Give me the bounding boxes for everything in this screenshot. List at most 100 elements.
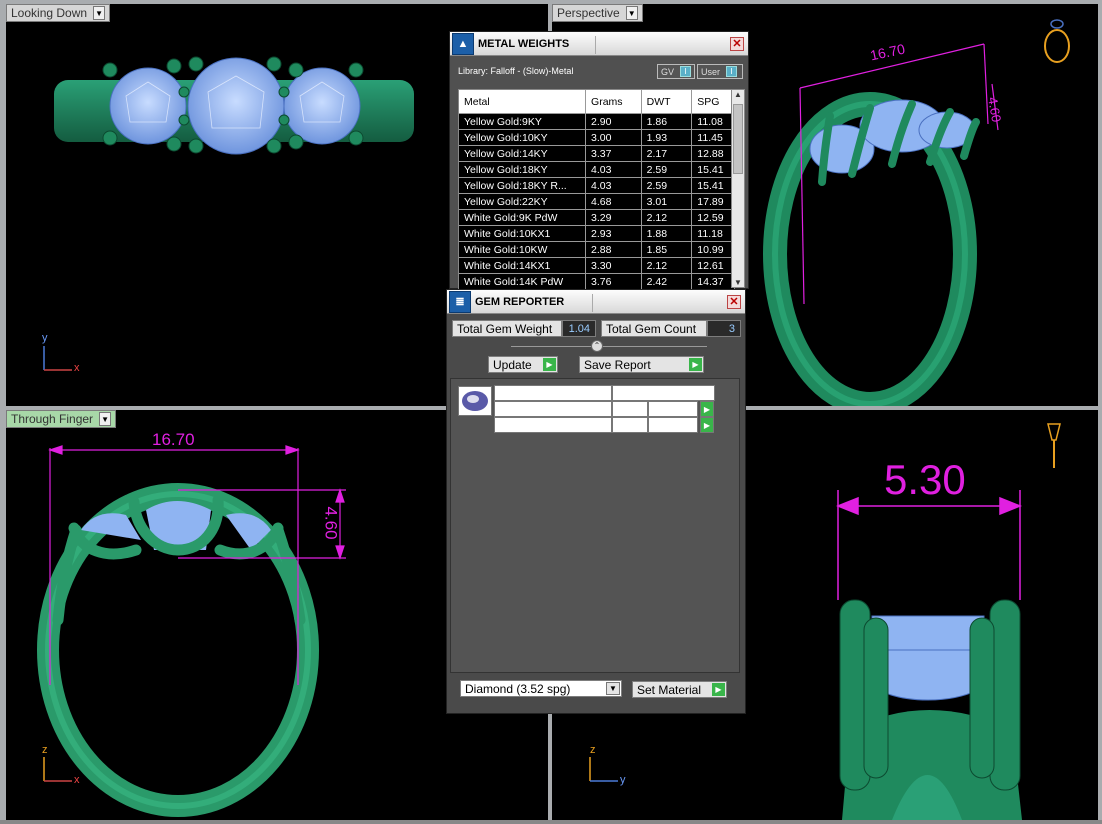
table-cell: 3.37: [586, 146, 642, 161]
user-toggle[interactable]: User I: [697, 64, 743, 79]
table-cell: Yellow Gold:22KY: [459, 194, 587, 209]
button-label: Set Material: [637, 682, 702, 697]
table-cell: Yellow Gold:18KY R...: [459, 178, 587, 193]
column-header[interactable]: Metal: [459, 90, 587, 113]
table-cell: 4.03: [586, 162, 642, 177]
gem-reporter-titlebar[interactable]: ≣ GEM REPORTER ✕: [447, 290, 745, 314]
chevron-down-icon[interactable]: ▼: [99, 412, 112, 426]
play-icon: ▶: [543, 358, 556, 371]
table-cell: 3.76: [586, 274, 642, 289]
chevron-down-icon[interactable]: ▼: [93, 6, 106, 20]
table-cell: 1.93: [642, 130, 693, 145]
viewport-label[interactable]: Through Finger ▼: [6, 410, 117, 428]
column-header[interactable]: SPG: [692, 90, 734, 113]
play-icon[interactable]: ▶: [700, 417, 714, 433]
metal-table-scrollbar[interactable]: ▲ ▼: [731, 89, 745, 288]
table-cell: Yellow Gold:9KY: [459, 114, 587, 129]
table-cell: 3.29: [586, 210, 642, 225]
dimension-width-label: 16.70: [152, 430, 195, 449]
table-cell: 2.42: [642, 274, 693, 289]
table-cell: 2.90: [586, 114, 642, 129]
scroll-thumb[interactable]: [733, 104, 743, 174]
table-row[interactable]: White Gold:14K PdW 3.76 2.42 14.37: [459, 274, 734, 290]
metal-flask-icon: ▲: [452, 32, 474, 55]
metal-weights-titlebar[interactable]: ▲ METAL WEIGHTS ✕: [450, 32, 748, 56]
table-row[interactable]: White Gold:14KX1 3.30 2.12 12.61: [459, 258, 734, 274]
table-row[interactable]: White Gold:9K PdW 3.29 2.12 12.59: [459, 210, 734, 226]
round-diamond-icon: [462, 391, 488, 411]
total-gem-count-value: 3: [707, 320, 741, 337]
close-icon[interactable]: ✕: [730, 37, 744, 51]
table-cell: 12.88: [697, 147, 724, 160]
column-header[interactable]: DWT: [642, 90, 693, 113]
table-cell: 2.17: [642, 146, 693, 161]
toggle-switch-icon: I: [680, 66, 692, 77]
metal-table: Metal Grams DWT SPG Yellow Gold:9KY 2.90 1…: [458, 89, 735, 291]
play-icon[interactable]: ▶: [700, 401, 714, 417]
table-row[interactable]: Yellow Gold:10KY 3.00 1.93 11.45: [459, 130, 734, 146]
play-icon: ▶: [712, 683, 725, 696]
round-gem-thumbnail: [458, 386, 492, 416]
gem-size-cell: 5.20 X 5.20: [494, 417, 612, 433]
table-row[interactable]: White Gold:10KW 2.88 1.85 10.99: [459, 242, 734, 258]
viewport-name: Perspective: [557, 6, 620, 20]
table-row[interactable]: Yellow Gold:9KY 2.90 1.86 11.08: [459, 114, 734, 130]
scroll-down-icon[interactable]: ▼: [732, 278, 744, 287]
table-cell: 3.01: [642, 194, 693, 209]
update-button[interactable]: Update ▶: [488, 356, 558, 373]
gem-reporter-panel[interactable]: ≣ GEM REPORTER ✕ Total Gem Weight 1.04 T…: [446, 289, 746, 714]
table-row[interactable]: Yellow Gold:22KY 4.68 3.01 17.89: [459, 194, 734, 210]
close-icon[interactable]: ✕: [727, 295, 741, 309]
table-row[interactable]: Yellow Gold:14KY 3.37 2.17 12.88: [459, 146, 734, 162]
column-header[interactable]: Grams: [586, 90, 642, 113]
table-cell: Yellow Gold:18KY: [459, 162, 587, 177]
table-cell: Yellow Gold:14KY: [459, 146, 587, 161]
dimension-height-label: 4.60: [321, 506, 341, 540]
table-cell: White Gold:14KX1: [459, 258, 587, 273]
table-header-row: Metal Grams DWT SPG: [459, 90, 734, 114]
gem-report-icon: ≣: [449, 290, 471, 313]
view-cube-icon[interactable]: [1042, 418, 1066, 474]
save-report-button[interactable]: Save Report ▶: [579, 356, 704, 373]
viewport-label[interactable]: Perspective ▼: [552, 4, 643, 22]
axis-y-label: y: [42, 332, 48, 344]
table-cell: 12.61: [697, 259, 724, 272]
viewport-label[interactable]: Looking Down ▼: [6, 4, 111, 22]
toggle-label: GV: [661, 66, 675, 77]
total-gem-weight-value: 1.04: [562, 320, 596, 337]
toggle-switch-icon: I: [726, 66, 738, 77]
table-cell: 11.18: [697, 227, 723, 240]
axis-z-label: z: [590, 744, 596, 756]
set-material-button[interactable]: Set Material ▶: [632, 681, 727, 698]
chevron-down-icon[interactable]: ▼: [606, 682, 620, 695]
scroll-up-icon[interactable]: ▲: [732, 90, 744, 99]
chevron-down-icon[interactable]: ▼: [625, 6, 638, 20]
library-label: Library: Falloff - (Slow)-Metal: [458, 66, 574, 76]
metal-weights-panel[interactable]: ▲ METAL WEIGHTS ✕ Library: Falloff - (Sl…: [449, 31, 749, 291]
table-cell: 10.99: [697, 243, 724, 256]
material-select[interactable]: Diamond (3.52 spg) ▼: [460, 680, 622, 697]
total-gem-count-label: Total Gem Count: [601, 320, 707, 337]
total-gem-weight-label: Total Gem Weight: [452, 320, 562, 337]
table-cell: 2.59: [642, 162, 693, 177]
viewport-name: Through Finger: [11, 412, 94, 426]
table-cell: White Gold:10KX1: [459, 226, 587, 241]
table-row[interactable]: Yellow Gold:18KY R... 4.03 2.59 15.41: [459, 178, 734, 194]
table-cell: 2.12: [642, 210, 693, 225]
panel-title: METAL WEIGHTS: [478, 37, 570, 50]
view-cube-icon[interactable]: [1040, 14, 1074, 66]
gem-weight-cell: 0.51tw: [648, 401, 698, 417]
table-cell: 3.00: [586, 130, 642, 145]
table-cell: White Gold:9K PdW: [459, 210, 587, 225]
gem-size-cell: 4.10 X 4.10: [494, 401, 612, 417]
gv-toggle[interactable]: GV I: [657, 64, 696, 79]
table-cell: 4.68: [586, 194, 642, 209]
table-row[interactable]: White Gold:10KX1 2.93 1.88 11.18: [459, 226, 734, 242]
table-cell: White Gold:14K PdW: [459, 274, 587, 289]
table-cell: 17.89: [697, 195, 724, 208]
axis-y-label: y: [620, 774, 626, 786]
table-cell: 4.03: [586, 178, 642, 193]
table-row[interactable]: Yellow Gold:18KY 4.03 2.59 15.41: [459, 162, 734, 178]
viewport-name: Looking Down: [11, 6, 88, 20]
splitter-handle-icon[interactable]: ⌃: [591, 340, 603, 352]
